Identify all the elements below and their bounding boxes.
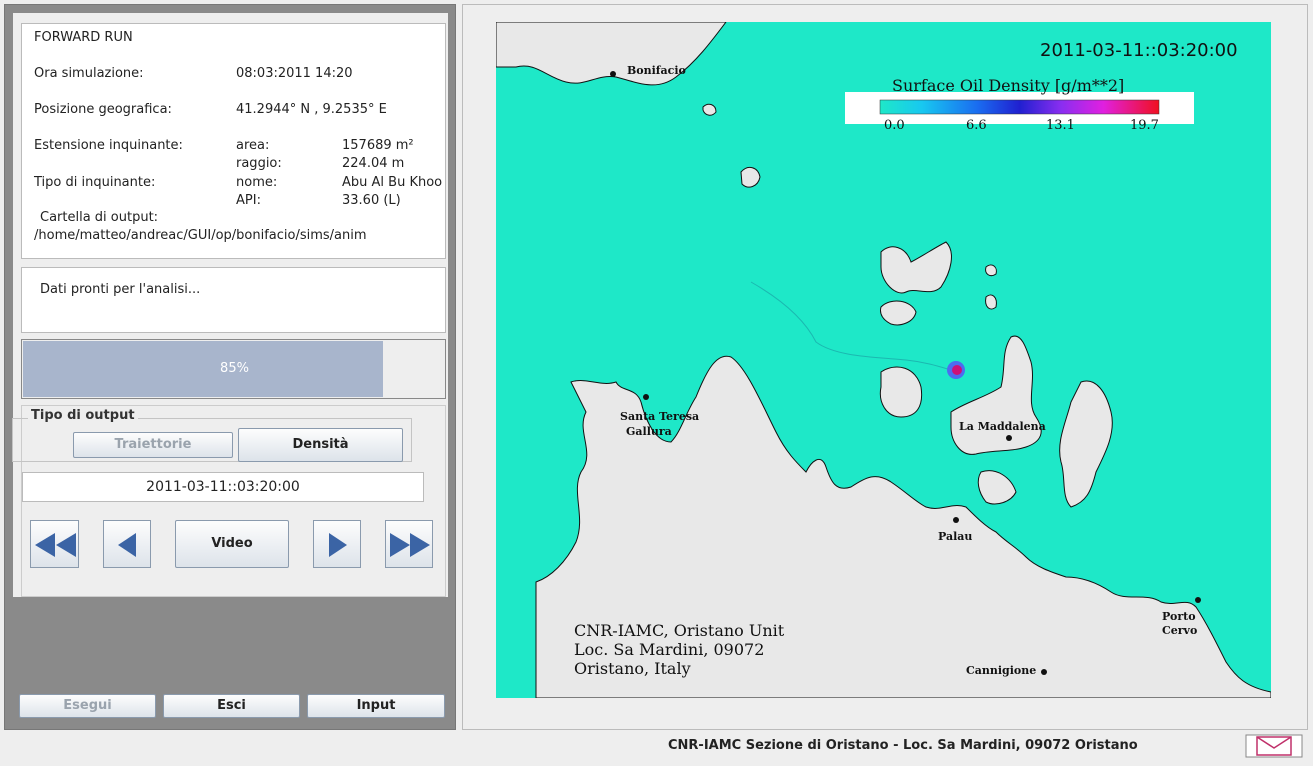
oil-trajectory-trail bbox=[750, 281, 952, 371]
credits-line-3: Oristano, Italy bbox=[574, 659, 691, 678]
control-panel-inner: 85% bbox=[13, 13, 448, 597]
map-credits: CNR-IAMC, Oristano Unit Loc. Sa Mardini,… bbox=[574, 621, 784, 678]
land-budelli bbox=[880, 241, 952, 294]
cervo-label: Cervo bbox=[1162, 624, 1197, 637]
api-value: 33.60 (L) bbox=[342, 193, 401, 208]
gallura-label: Gallura bbox=[626, 425, 672, 438]
pollutant-name-value: Abu Al Bu Khoo bbox=[342, 175, 443, 190]
geo-position-label: Posizione geografica: bbox=[34, 102, 172, 117]
fast-forward-button[interactable] bbox=[385, 520, 433, 568]
land-caprera bbox=[1059, 380, 1113, 508]
land-lavezzi bbox=[740, 166, 761, 188]
land-islet-east-2 bbox=[985, 294, 997, 310]
extent-label: Estensione inquinante: bbox=[34, 138, 183, 153]
api-label: API: bbox=[236, 193, 261, 208]
step-back-icon bbox=[118, 533, 136, 557]
fast-rewind-icon bbox=[35, 533, 76, 557]
fast-rewind-button[interactable] bbox=[30, 520, 79, 568]
legend-tick-2: 13.1 bbox=[1046, 118, 1075, 133]
radius-value: 224.04 m bbox=[342, 156, 405, 171]
step-forward-button[interactable] bbox=[313, 520, 361, 568]
status-message: Dati pronti per l'analisi... bbox=[40, 282, 201, 297]
footer-text: CNR-IAMC Sezione di Oristano - Loc. Sa M… bbox=[668, 738, 1138, 753]
credits-line-1: CNR-IAMC, Oristano Unit bbox=[574, 621, 785, 640]
output-folder-label: Cartella di output: bbox=[40, 210, 159, 225]
legend-tick-3: 19.7 bbox=[1130, 118, 1159, 133]
sim-time-value: 08:03:2011 14:20 bbox=[236, 66, 353, 81]
land-islet-east bbox=[985, 264, 997, 277]
land-cavallo bbox=[702, 103, 717, 116]
land-santo-stefano bbox=[977, 470, 1017, 505]
land-santa-maria bbox=[880, 300, 917, 326]
legend-title: Surface Oil Density [g/m**2] bbox=[892, 76, 1125, 95]
input-button[interactable]: Input bbox=[307, 694, 445, 718]
sim-time-label: Ora simulazione: bbox=[34, 66, 144, 81]
density-button[interactable]: Densità bbox=[238, 428, 403, 462]
palau-label: Palau bbox=[938, 530, 972, 543]
geo-position-value: 41.2944° N , 9.2535° E bbox=[236, 102, 387, 117]
progress-label: 85% bbox=[220, 361, 249, 376]
porto-cervo-dot bbox=[1195, 597, 1201, 603]
legend-tick-0: 0.0 bbox=[884, 118, 905, 133]
output-folder-path: /home/matteo/andreac/GUI/op/bonifacio/si… bbox=[34, 228, 367, 243]
land-la-maddalena bbox=[950, 335, 1042, 455]
area-label: area: bbox=[236, 138, 270, 153]
legend-tick-1: 6.6 bbox=[966, 118, 987, 133]
pollutant-type-label: Tipo di inquinante: bbox=[34, 175, 156, 190]
palau-dot bbox=[953, 517, 959, 523]
current-datetime-field[interactable]: 2011-03-11::03:20:00 bbox=[22, 472, 424, 502]
oil-spill-core bbox=[952, 365, 962, 375]
step-back-button[interactable] bbox=[103, 520, 151, 568]
trajectories-button[interactable]: Traiettorie bbox=[73, 432, 233, 458]
exit-button[interactable]: Esci bbox=[163, 694, 300, 718]
porto-label: Porto bbox=[1162, 610, 1196, 623]
radius-label: raggio: bbox=[236, 156, 282, 171]
run-title: FORWARD RUN bbox=[34, 30, 133, 45]
pollutant-name-label: nome: bbox=[236, 175, 278, 190]
santa-teresa-label: Santa Teresa bbox=[620, 410, 699, 423]
bonifacio-dot bbox=[610, 71, 616, 77]
land-spargi bbox=[879, 366, 923, 418]
progress-bar: 85% bbox=[21, 339, 446, 399]
map-timestamp: 2011-03-11::03:20:00 bbox=[1040, 40, 1238, 61]
mail-icon[interactable] bbox=[1245, 734, 1303, 758]
bonifacio-label: Bonifacio bbox=[627, 64, 686, 77]
run-button[interactable]: Esegui bbox=[19, 694, 156, 718]
output-type-legend: Tipo di output bbox=[28, 408, 138, 423]
cannigione-label: Cannigione bbox=[966, 664, 1036, 677]
status-box bbox=[21, 267, 446, 333]
la-maddalena-dot bbox=[1006, 435, 1012, 441]
fast-forward-icon bbox=[390, 533, 430, 557]
santa-teresa-dot bbox=[643, 394, 649, 400]
video-button[interactable]: Video bbox=[175, 520, 289, 568]
area-value: 157689 m² bbox=[342, 138, 414, 153]
credits-line-2: Loc. Sa Mardini, 09072 bbox=[574, 640, 765, 659]
la-maddalena-label: La Maddalena bbox=[959, 420, 1046, 433]
cannigione-dot bbox=[1041, 669, 1047, 675]
step-forward-icon bbox=[329, 533, 347, 557]
